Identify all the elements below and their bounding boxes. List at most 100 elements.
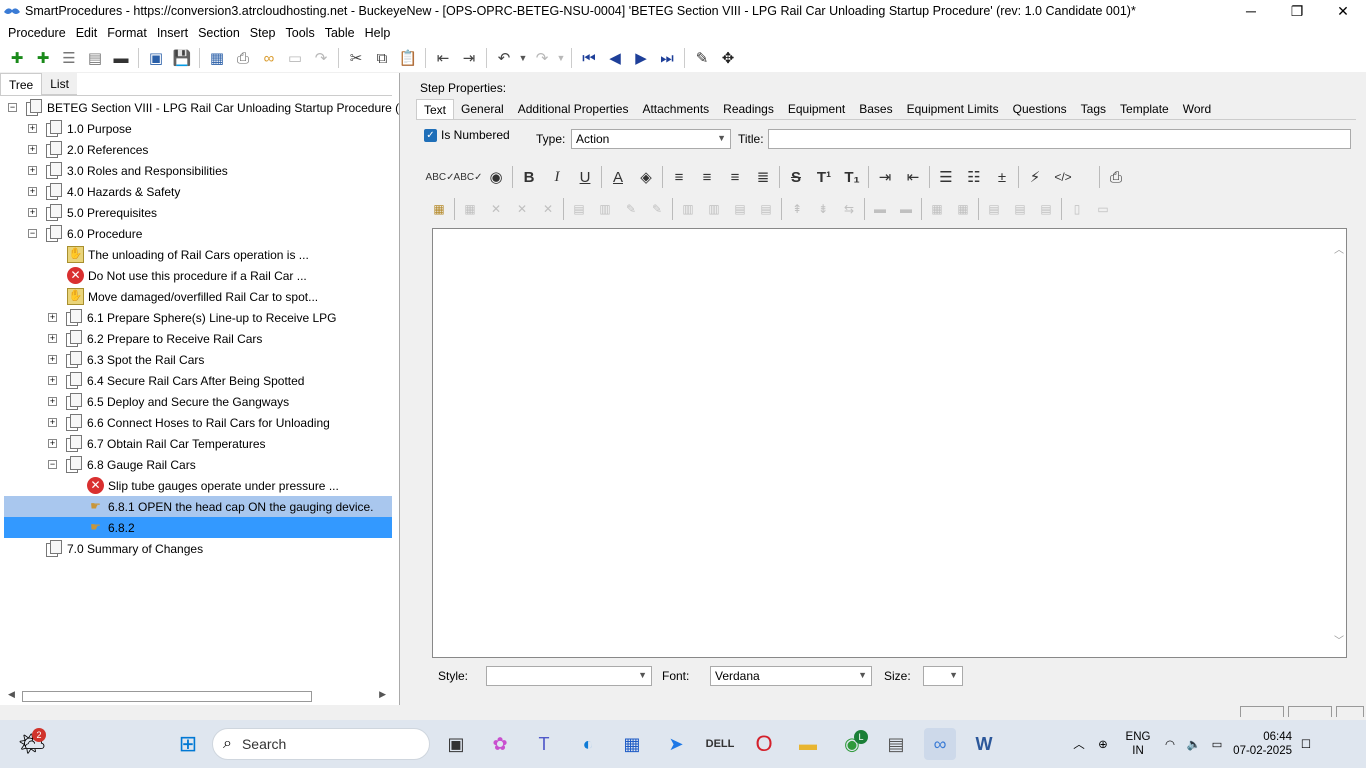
menu-help[interactable]: Help <box>360 26 396 40</box>
save-icon[interactable]: 💾 <box>169 46 195 70</box>
align-bottom-icon[interactable]: ▤ <box>1033 198 1059 220</box>
tree-node-6-4[interactable]: 6.4 Secure Rail Cars After Being Spotted <box>66 370 304 391</box>
align-left-icon[interactable]: ≡ <box>665 164 693 190</box>
redo-dropdown-icon[interactable]: ▼ <box>555 46 567 70</box>
print-icon[interactable]: ⎙ <box>230 46 256 70</box>
move-row-up-icon[interactable]: ⇞ <box>784 198 810 220</box>
type-select[interactable]: Action ▼ <box>571 129 731 149</box>
cell-style-icon[interactable]: ✎ <box>644 198 670 220</box>
next-icon[interactable]: ▶ <box>628 46 654 70</box>
scroll-left-icon[interactable]: ◀ <box>8 689 15 700</box>
expand-icon[interactable]: + <box>48 313 57 322</box>
expand-icon[interactable]: + <box>48 418 57 427</box>
outdent-icon[interactable]: ⇤ <box>430 46 456 70</box>
delete-column-icon[interactable]: ✕ <box>509 198 535 220</box>
tab-equipment-limits[interactable]: Equipment Limits <box>900 99 1006 119</box>
step-text-editor[interactable]: ︿ ﹀ <box>432 228 1347 658</box>
spellcheck-icon[interactable]: ABC✓ <box>426 164 455 190</box>
menu-procedure[interactable]: Procedure <box>3 26 71 40</box>
chevron-up-icon[interactable]: ︿ <box>1070 736 1088 752</box>
align-center-icon[interactable]: ≡ <box>693 164 721 190</box>
tab-word[interactable]: Word <box>1176 99 1218 119</box>
font-color-icon[interactable]: A <box>604 164 632 190</box>
strikethrough-icon[interactable]: S <box>782 164 810 190</box>
globe-icon[interactable]: ◉ <box>482 164 510 190</box>
tree-node-6-8[interactable]: 6.8 Gauge Rail Cars <box>66 454 196 475</box>
move-row-down-icon[interactable]: ⇟ <box>810 198 836 220</box>
tab-additional-properties[interactable]: Additional Properties <box>511 99 636 119</box>
maximize-button[interactable]: ❐ <box>1274 0 1320 22</box>
collapse-icon[interactable]: − <box>28 229 37 238</box>
tab-readings[interactable]: Readings <box>716 99 781 119</box>
tree-node-6-5[interactable]: 6.5 Deploy and Secure the Gangways <box>66 391 289 412</box>
table-props-icon[interactable]: ▤ <box>566 198 592 220</box>
expand-icon[interactable]: + <box>48 439 57 448</box>
open-icon[interactable]: ▣ <box>143 46 169 70</box>
edge-icon[interactable]: ◐ <box>572 728 604 760</box>
tree-node-6-8-2[interactable]: ☛ 6.8.2 <box>4 517 392 538</box>
style-select[interactable]: ▼ <box>486 666 652 686</box>
previous-icon[interactable]: ◀ <box>602 46 628 70</box>
wifi-icon[interactable]: ◠ <box>1158 737 1182 751</box>
properties-icon[interactable]: ▤ <box>82 46 108 70</box>
tree-node-warning[interactable]: ✕ Do Not use this procedure if a Rail Ca… <box>67 265 307 286</box>
print-icon[interactable]: ⎙ <box>1102 164 1130 190</box>
volume-icon[interactable]: 🔈 <box>1182 737 1206 751</box>
bulleted-list-icon[interactable]: ☰ <box>932 164 960 190</box>
list-icon[interactable]: ☰ <box>56 46 82 70</box>
cut-icon[interactable]: ✂ <box>343 46 369 70</box>
insert-column-right-icon[interactable]: ▥ <box>701 198 727 220</box>
tree-node-summary[interactable]: 7.0 Summary of Changes <box>46 538 203 559</box>
tree-node-references[interactable]: 2.0 References <box>46 139 148 160</box>
is-numbered-checkbox[interactable]: ✓ <box>424 128 437 142</box>
expand-icon[interactable]: + <box>48 334 57 343</box>
teams-icon[interactable]: T <box>528 728 560 760</box>
expand-icon[interactable]: + <box>28 124 37 133</box>
align-top-icon[interactable]: ▤ <box>981 198 1007 220</box>
tree-node-prerequisites[interactable]: 5.0 Prerequisites <box>46 202 157 223</box>
redo-icon[interactable]: ↷ <box>529 46 555 70</box>
disabled-tool-icon[interactable]: ▭ <box>282 46 308 70</box>
close-button[interactable]: ✕ <box>1320 0 1366 22</box>
notification-icon[interactable]: ☐ <box>1292 737 1320 751</box>
menu-table[interactable]: Table <box>320 26 360 40</box>
border-all-icon[interactable]: ▦ <box>950 198 976 220</box>
align-middle-icon[interactable]: ▤ <box>1007 198 1033 220</box>
tree-node-root[interactable]: BETEG Section VIII - LPG Rail Car Unload… <box>26 97 416 118</box>
magic-wand-icon[interactable]: ⚡ <box>1021 164 1049 190</box>
italic-icon[interactable]: I <box>543 164 571 190</box>
dell-icon[interactable]: DELL <box>704 728 736 760</box>
export-icon[interactable]: ▦ <box>204 46 230 70</box>
tab-general[interactable]: General <box>454 99 511 119</box>
tree-node-procedure[interactable]: 6.0 Procedure <box>46 223 142 244</box>
undo-dropdown-icon[interactable]: ▼ <box>517 46 529 70</box>
menu-format[interactable]: Format <box>102 26 152 40</box>
word-icon[interactable]: W <box>968 728 1000 760</box>
pane-splitter[interactable] <box>399 73 406 705</box>
tab-list[interactable]: List <box>42 73 77 95</box>
tab-template[interactable]: Template <box>1113 99 1176 119</box>
expand-icon[interactable]: + <box>28 187 37 196</box>
delete-table-icon[interactable]: ✕ <box>483 198 509 220</box>
expand-icon[interactable]: + <box>28 166 37 175</box>
expand-icon[interactable]: + <box>48 376 57 385</box>
scroll-down-icon[interactable]: ﹀ <box>1334 632 1344 647</box>
html-source-icon[interactable]: </> <box>1049 164 1077 190</box>
title-input[interactable] <box>768 129 1351 149</box>
link-icon[interactable]: ∞ <box>256 46 282 70</box>
tab-equipment[interactable]: Equipment <box>781 99 852 119</box>
tab-attachments[interactable]: Attachments <box>635 99 716 119</box>
smartprocedures-taskbar-icon[interactable]: ∞ <box>924 728 956 760</box>
horizontal-scrollbar[interactable]: ◀ ▶ <box>4 689 388 703</box>
add-icon[interactable]: ✚ <box>4 46 30 70</box>
language-indicator[interactable]: ENG IN <box>1118 730 1158 758</box>
expand-icon[interactable]: + <box>48 397 57 406</box>
horizontal-rule-icon[interactable]: ± <box>988 164 1016 190</box>
split-cells-icon[interactable]: ▬ <box>893 198 919 220</box>
insert-row-below-icon[interactable]: ▤ <box>753 198 779 220</box>
subscript-icon[interactable]: T₁ <box>838 164 866 190</box>
tree-node-warning[interactable]: ✕ Slip tube gauges operate under pressur… <box>87 475 339 496</box>
merge-cells-icon[interactable]: ▬ <box>867 198 893 220</box>
last-icon[interactable]: ⏭ <box>654 46 680 70</box>
menu-edit[interactable]: Edit <box>71 26 103 40</box>
